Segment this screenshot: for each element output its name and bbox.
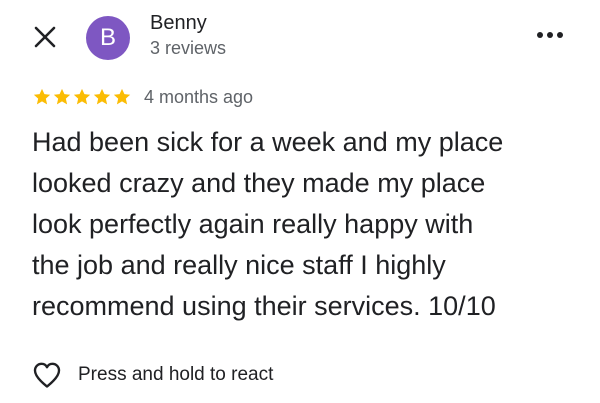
- more-options-button[interactable]: [528, 20, 572, 50]
- star-rating: [32, 87, 132, 107]
- react-label: Press and hold to react: [78, 364, 274, 385]
- close-icon: [34, 26, 56, 48]
- review-text-line: Had been sick for a week and my place: [32, 127, 504, 157]
- star-icon: [93, 88, 111, 105]
- review-text-line: recommend using their services. 10/10: [32, 291, 496, 321]
- star-icon: [73, 88, 91, 105]
- review-text: Had been sick for a week and my place lo…: [32, 122, 580, 327]
- star-icon: [33, 88, 51, 105]
- review-detail-screen: B Benny 3 reviews 4 months ago Had been …: [0, 0, 600, 403]
- heart-outline-icon: [32, 360, 64, 390]
- review-text-line: looked crazy and they made my place: [32, 168, 486, 198]
- star-icon: [53, 88, 71, 105]
- close-button[interactable]: [28, 20, 62, 54]
- review-text-line: the job and really nice staff I highly: [32, 250, 446, 280]
- avatar[interactable]: B: [86, 16, 130, 60]
- author-name[interactable]: Benny: [150, 10, 226, 36]
- author-info[interactable]: Benny 3 reviews: [150, 10, 226, 60]
- review-age: 4 months ago: [144, 86, 254, 107]
- more-horizontal-icon: [537, 32, 563, 38]
- rating-row: 4 months ago: [32, 84, 253, 110]
- star-icon: [113, 88, 131, 105]
- review-text-line: look perfectly again really happy with: [32, 209, 474, 239]
- author-review-count: 3 reviews: [150, 38, 227, 58]
- react-button[interactable]: Press and hold to react: [32, 358, 273, 392]
- avatar-initial: B: [99, 24, 116, 51]
